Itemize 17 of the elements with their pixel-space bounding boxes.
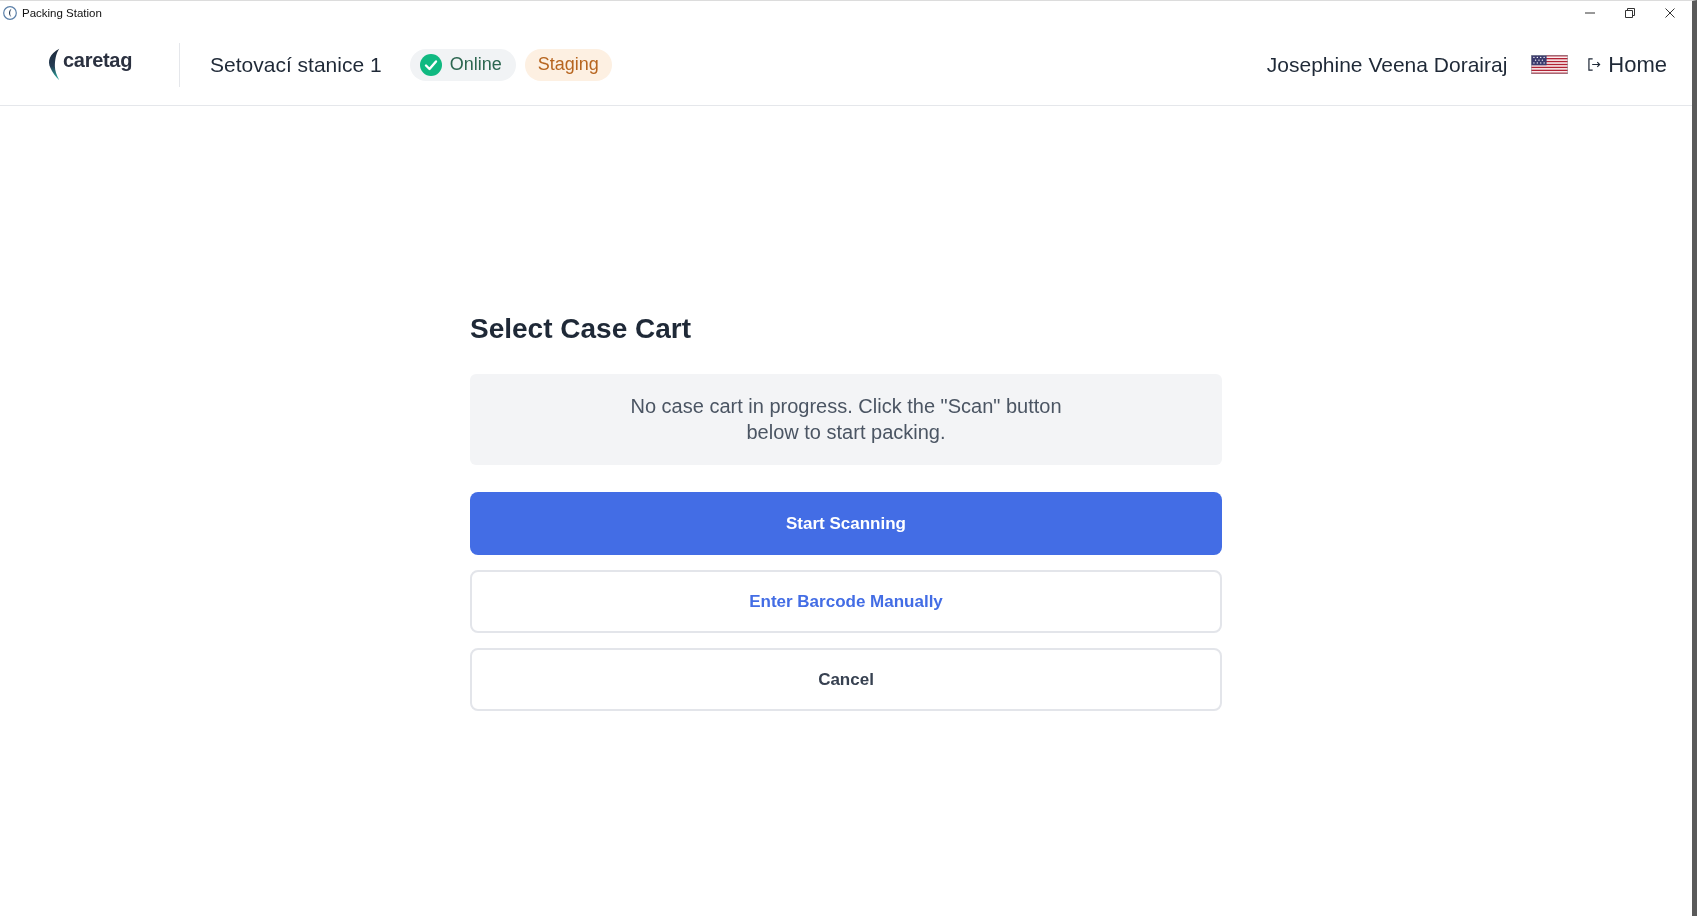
exit-arrow-icon [1588,58,1602,71]
outline-button[interactable]: Cancel [470,648,1222,711]
home-button[interactable]: Home [1588,51,1667,78]
environment-tag: Staging [524,48,612,81]
page-title: Select Case Cart [470,312,692,346]
info-message: No case cart in progress. Click the "Scan" button below to start packing. [629,394,1063,445]
window-title: Packing Station [22,6,102,19]
restore-icon [1625,7,1635,18]
logo-text: caretag [63,49,133,72]
close-icon [1665,7,1675,18]
app-icon [3,5,17,20]
status-label: Online [449,54,502,75]
primary-button[interactable]: Start Scanning [470,492,1222,555]
station-name: Setovací stanice 1 [210,52,382,77]
flag-icon[interactable] [1531,55,1569,74]
user-name: Josephine Veena Dorairaj [1266,52,1508,77]
outline-button[interactable]: Enter Barcode Manually [470,570,1222,633]
